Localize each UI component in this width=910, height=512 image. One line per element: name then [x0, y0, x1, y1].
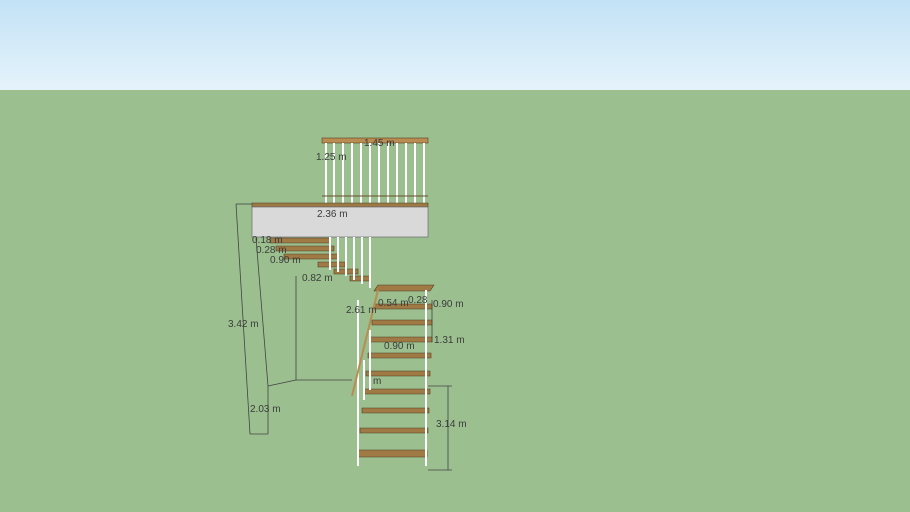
dim-lower-height: 1.31 m [434, 335, 465, 346]
3d-viewport[interactable]: 1.45 m 1.25 m 2.36 m 3.42 m 0.18 m 0.28 … [0, 0, 910, 512]
dim-railing-height: 1.25 m [316, 152, 347, 163]
dim-lower-flight-length: 2.61 m [346, 305, 377, 316]
dim-small-d: 0.54 m [378, 298, 409, 309]
dim-landing-width: 2.36 m [317, 209, 348, 220]
staircase-model[interactable]: 1.45 m 1.25 m 2.36 m 3.42 m 0.18 m 0.28 … [0, 0, 910, 512]
dim-small-a: 0.28 [408, 295, 428, 306]
dim-lower-flight-width: 0.90 m [384, 341, 415, 352]
dim-offset: 0.82 m [302, 273, 333, 284]
dim-small-c: m [373, 376, 381, 387]
dim-total-height: 3.42 m [228, 319, 259, 330]
dim-base-depth: 2.03 m [250, 404, 281, 415]
dim-landing-depth: 0.90 m [433, 299, 464, 310]
dim-railing-width: 1.45 m [364, 138, 395, 149]
dim-upper-flight-width: 0.90 m [270, 255, 301, 266]
dim-lower-rise: 3.14 m [436, 419, 467, 430]
